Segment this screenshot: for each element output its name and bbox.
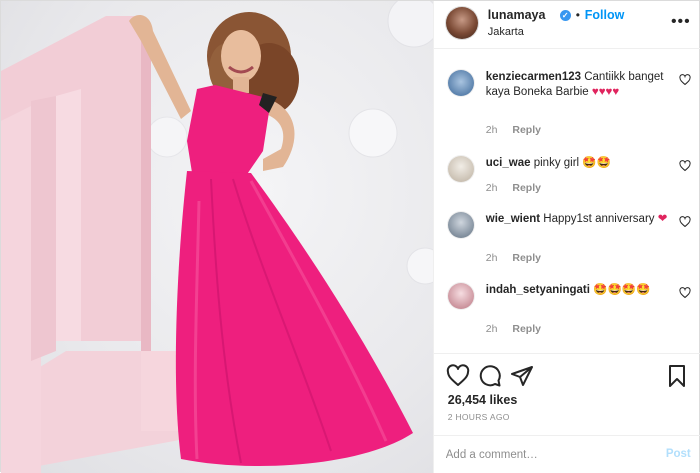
comment-username[interactable]: uci_wae [486,157,531,169]
add-comment-bar: Post [433,435,700,473]
post-header: lunamaya ✓ • Follow Jakarta ••• [433,1,700,49]
instagram-post: lunamaya ✓ • Follow Jakarta ••• kenzieca… [0,0,700,473]
reply-button[interactable]: Reply [512,182,541,194]
bookmark-icon[interactable] [665,364,689,388]
likes-count[interactable]: 26,454 likes [448,393,518,407]
comment-meta: 2h Reply [486,323,541,335]
comment-input[interactable] [445,444,636,466]
like-comment-heart-icon[interactable] [679,216,691,228]
reply-button[interactable]: Reply [512,252,541,264]
author-username[interactable]: lunamaya [488,8,546,22]
commenter-avatar[interactable] [447,156,474,182]
comment-text-block: kenziecarmen123 Cantiikk banget kaya Bon… [486,70,674,100]
comment-username[interactable]: indah_setyaningati [486,284,590,296]
post-timestamp[interactable]: 2 HOURS AGO [448,412,510,422]
author-avatar[interactable] [445,7,478,39]
comment-time[interactable]: 2h [486,252,498,264]
comment-body: Happy1st anniversary ❤ [543,213,668,225]
comment-username[interactable]: wie_wient [486,213,540,225]
comment-meta: 2h Reply [486,124,541,136]
like-comment-heart-icon[interactable] [679,160,691,172]
comment-text-block: uci_wae pinky girl 🤩🤩 [486,156,674,171]
post-comment-button[interactable]: Post [666,448,691,460]
follow-button[interactable]: Follow [585,8,625,22]
comment-time[interactable]: 2h [486,323,498,335]
commenter-avatar[interactable] [447,212,474,238]
comment-text-block: wie_wient Happy1st anniversary ❤ [486,212,674,227]
share-icon[interactable] [510,364,534,388]
comment-meta: 2h Reply [486,252,541,264]
comment-time[interactable]: 2h [486,124,498,136]
like-comment-heart-icon[interactable] [679,74,691,86]
comment-body: pinky girl 🤩🤩 [533,157,611,169]
post-side-panel: lunamaya ✓ • Follow Jakarta ••• kenzieca… [432,1,700,473]
post-actions-bar [433,353,700,397]
heart-icon[interactable] [446,364,470,388]
more-options-icon[interactable]: ••• [671,13,691,31]
comment-meta: 2h Reply [486,182,541,194]
reply-button[interactable]: Reply [512,323,541,335]
commenter-avatar[interactable] [447,70,474,96]
comment-text-block: indah_setyaningati 🤩🤩🤩🤩 [486,283,674,298]
post-location[interactable]: Jakarta [488,26,524,38]
comments-list[interactable]: kenziecarmen123 Cantiikk banget kaya Bon… [434,50,700,352]
like-comment-heart-icon[interactable] [679,287,691,299]
verified-badge-icon: ✓ [559,10,571,21]
header-separator: • [575,8,580,22]
post-photo[interactable] [1,1,433,473]
photo-illustration [1,1,433,473]
comment-body: 🤩🤩🤩🤩 [593,284,651,296]
comment-icon[interactable] [478,364,502,388]
reply-button[interactable]: Reply [512,124,541,136]
comment-time[interactable]: 2h [486,182,498,194]
comment-username[interactable]: kenziecarmen123 [486,71,581,83]
commenter-avatar[interactable] [447,283,474,309]
